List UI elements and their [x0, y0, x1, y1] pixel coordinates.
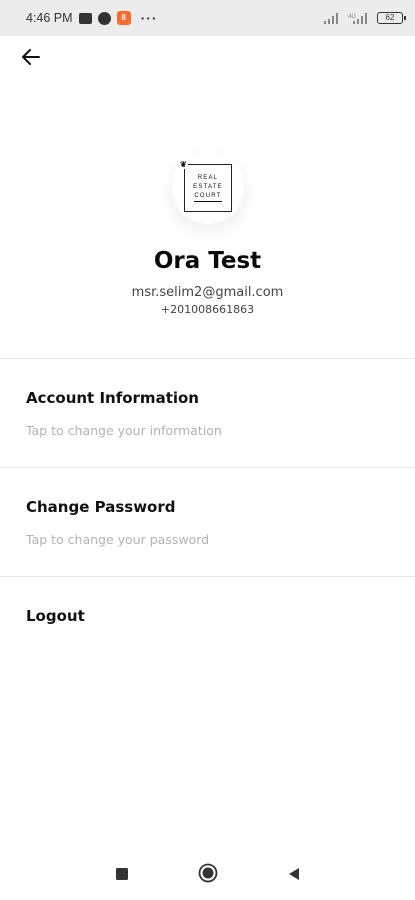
company-logo: ❦ REAL ESTATE COURT	[180, 161, 232, 212]
home-button[interactable]	[196, 863, 220, 887]
app-notification-icon: 8	[116, 11, 131, 25]
more-notifications-icon: ···	[140, 10, 158, 26]
status-left: 4:46 PM 8 ···	[26, 10, 158, 26]
signal-icon: 4G	[348, 12, 368, 24]
signal-icon	[323, 12, 339, 24]
account-information-item[interactable]: Account Information Tap to change your i…	[0, 359, 415, 467]
logo-line-1: REAL	[197, 175, 219, 181]
status-right: 4G 62	[323, 12, 406, 24]
system-nav-bar	[0, 850, 415, 900]
status-bar: 4:46 PM 8 ··· 4G 62	[0, 0, 415, 36]
back-button[interactable]	[14, 44, 48, 74]
avatar: ❦ REAL ESTATE COURT	[172, 152, 244, 224]
logo-line-3: COURT	[194, 192, 222, 202]
recent-apps-button[interactable]	[110, 863, 134, 887]
back-nav-button[interactable]	[282, 863, 306, 887]
account-information-subtitle: Tap to change your information	[26, 423, 222, 438]
message-icon	[78, 12, 92, 24]
whatsapp-icon	[97, 11, 111, 25]
square-icon	[115, 866, 129, 885]
profile-phone: +201008661863	[160, 303, 255, 316]
svg-text:4G: 4G	[348, 14, 356, 20]
arrow-left-icon	[21, 48, 41, 70]
account-information-title: Account Information	[26, 389, 199, 407]
logo-mark-icon: ❦	[180, 160, 188, 169]
logo-line-2: ESTATE	[193, 184, 223, 190]
logout-item[interactable]: Logout	[0, 577, 415, 657]
logout-title: Logout	[26, 607, 85, 625]
triangle-back-icon	[287, 866, 301, 885]
change-password-title: Change Password	[26, 498, 176, 516]
change-password-subtitle: Tap to change your password	[26, 532, 210, 547]
change-password-item[interactable]: Change Password Tap to change your passw…	[0, 468, 415, 576]
circle-icon	[198, 863, 218, 887]
profile-email: msr.selim2@gmail.com	[131, 285, 284, 300]
status-time: 4:46 PM	[26, 11, 73, 25]
battery-icon: 62	[377, 12, 406, 24]
profile-name: Ora Test	[153, 248, 262, 274]
